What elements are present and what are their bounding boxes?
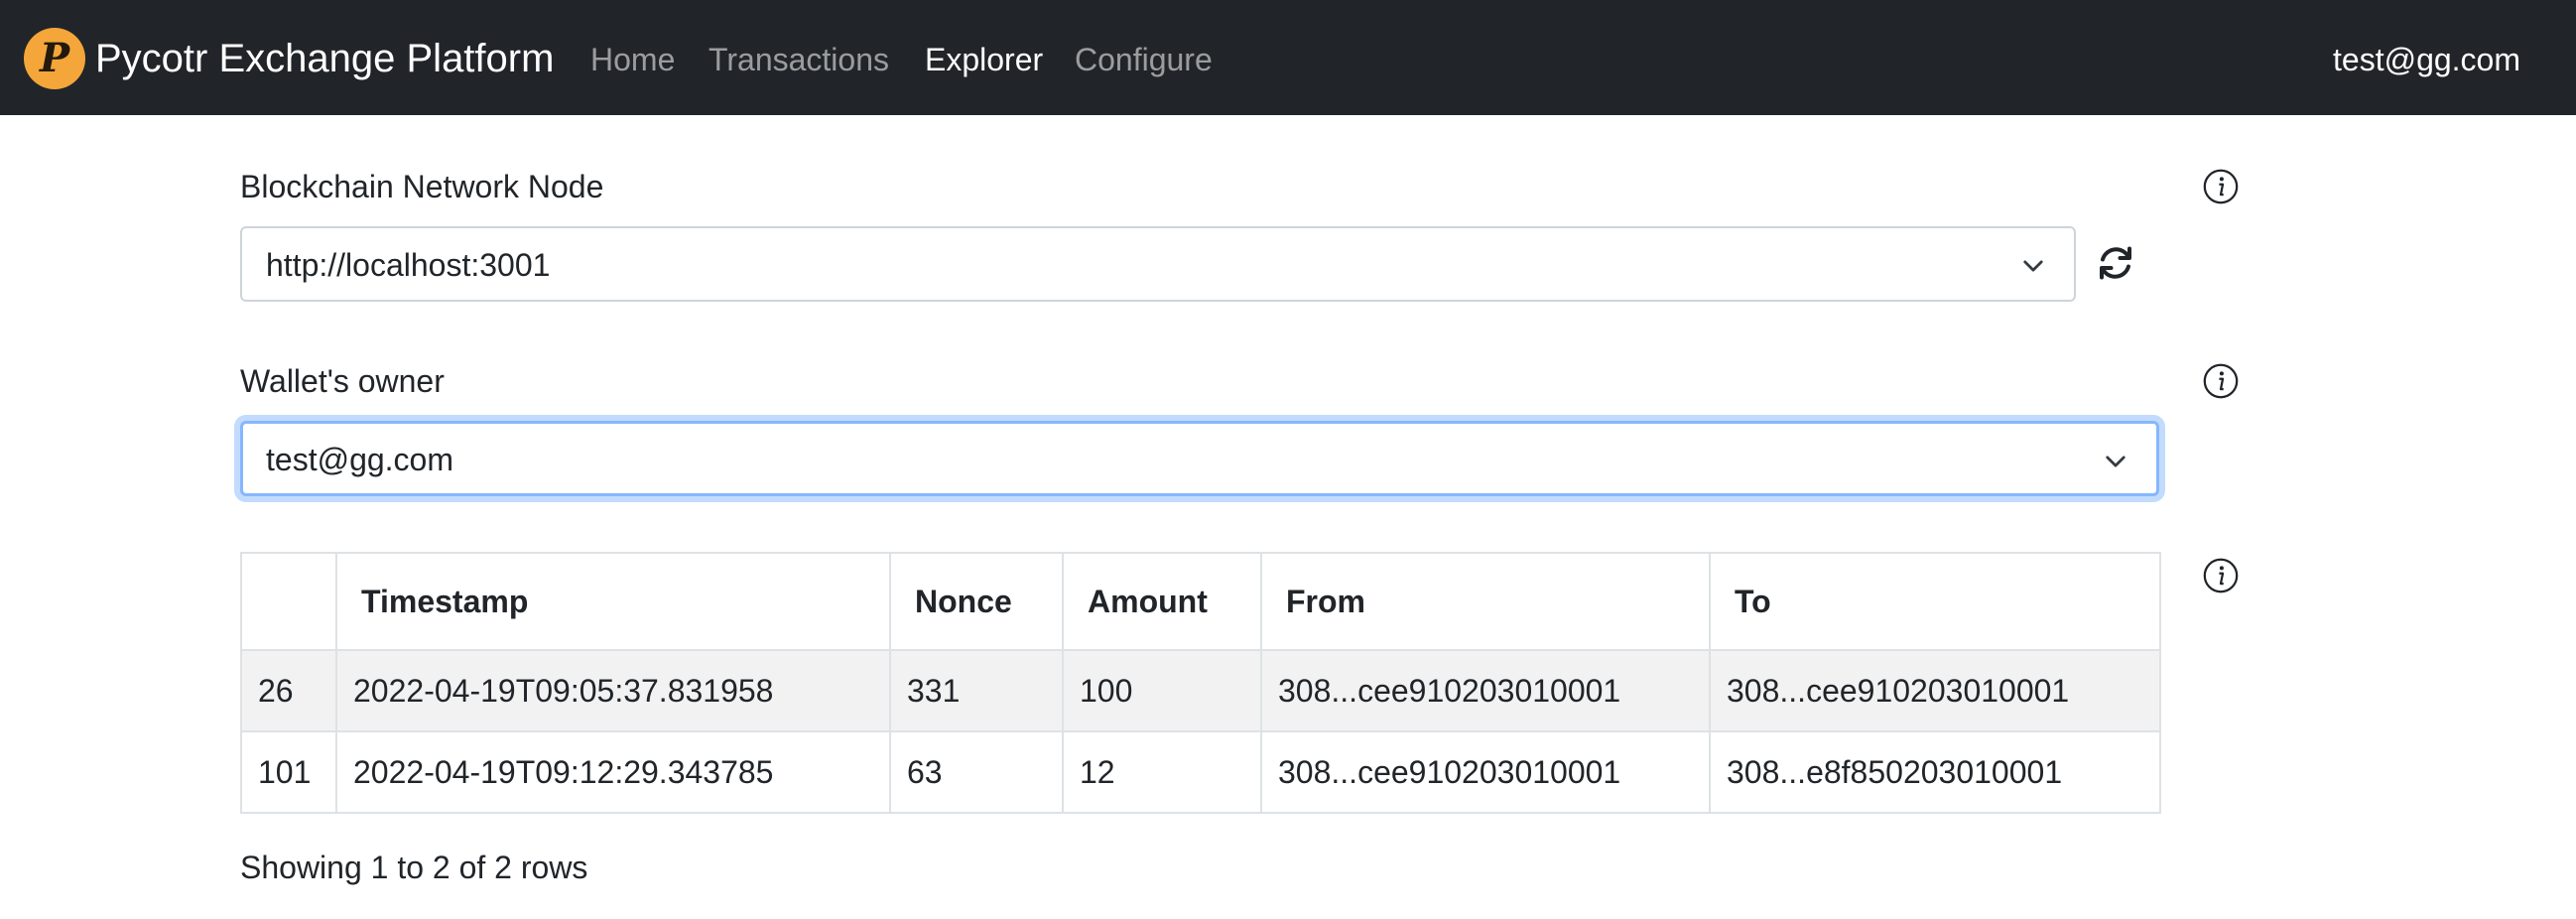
nav-user-email[interactable]: test@gg.com	[2333, 38, 2520, 81]
cell-index: 26	[240, 649, 337, 732]
nav-link-configure[interactable]: Configure	[1075, 38, 1213, 81]
cell-amount: 12	[1062, 730, 1262, 814]
cell-index: 101	[240, 730, 337, 814]
cell-amount: 100	[1062, 649, 1262, 732]
cell-to: 308...cee910203010001	[1709, 649, 2161, 732]
node-select[interactable]: http://localhost:3001	[240, 226, 2076, 302]
cell-nonce: 63	[889, 730, 1064, 814]
node-select-label: Blockchain Network Node	[240, 169, 604, 204]
nav-link-transactions[interactable]: Transactions	[708, 38, 889, 81]
brand-logo-icon[interactable]: P	[24, 28, 85, 89]
table-header-row: Timestamp Nonce Amount From To	[240, 552, 2161, 651]
brand-name[interactable]: Pycotr Exchange Platform	[95, 34, 554, 83]
chevron-down-icon	[2023, 260, 2043, 272]
pagination-summary: Showing 1 to 2 of 2 rows	[240, 850, 588, 885]
transactions-table: Timestamp Nonce Amount From To 26 2022-0…	[240, 552, 2161, 814]
chevron-down-icon	[2106, 456, 2125, 467]
column-header-nonce[interactable]: Nonce	[889, 552, 1064, 651]
info-icon[interactable]	[2203, 558, 2239, 593]
table-row[interactable]: 101 2022-04-19T09:12:29.343785 63 12 308…	[240, 730, 2161, 814]
cell-nonce: 331	[889, 649, 1064, 732]
nav-link-explorer[interactable]: Explorer	[925, 38, 1043, 81]
navbar: P Pycotr Exchange Platform Home Transact…	[0, 0, 2576, 115]
column-header-from[interactable]: From	[1260, 552, 1711, 651]
info-icon[interactable]	[2203, 363, 2239, 399]
cell-to: 308...e8f850203010001	[1709, 730, 2161, 814]
column-header-index[interactable]	[240, 552, 337, 651]
refresh-icon[interactable]	[2096, 243, 2135, 283]
cell-timestamp: 2022-04-19T09:05:37.831958	[335, 649, 891, 732]
cell-timestamp: 2022-04-19T09:12:29.343785	[335, 730, 891, 814]
owner-select-value: test@gg.com	[266, 442, 453, 477]
cell-from: 308...cee910203010001	[1260, 730, 1711, 814]
column-header-amount[interactable]: Amount	[1062, 552, 1262, 651]
info-icon[interactable]	[2203, 169, 2239, 204]
column-header-to[interactable]: To	[1709, 552, 2161, 651]
owner-select[interactable]: test@gg.com	[240, 421, 2159, 496]
column-header-timestamp[interactable]: Timestamp	[335, 552, 891, 651]
cell-from: 308...cee910203010001	[1260, 649, 1711, 732]
owner-select-label: Wallet's owner	[240, 363, 445, 399]
nav-link-home[interactable]: Home	[590, 38, 675, 81]
table-row[interactable]: 26 2022-04-19T09:05:37.831958 331 100 30…	[240, 649, 2161, 732]
node-select-value: http://localhost:3001	[266, 247, 551, 283]
brand-logo-letter: P	[39, 35, 70, 81]
